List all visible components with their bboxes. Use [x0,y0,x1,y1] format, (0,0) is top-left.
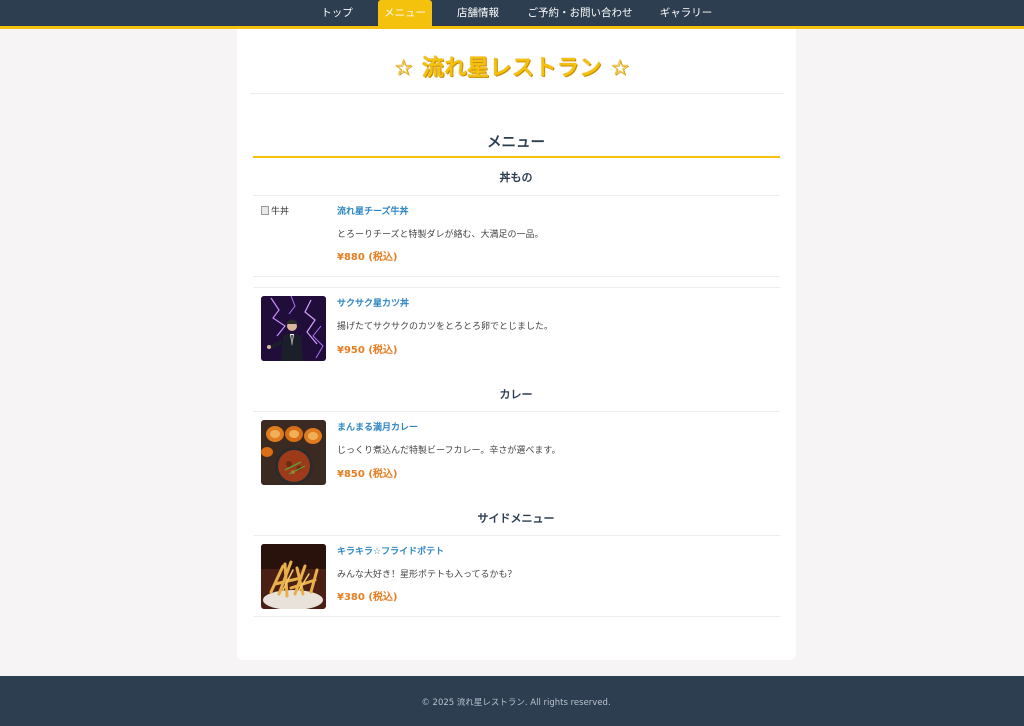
divider [253,195,780,196]
menu-item-description: みんな大好き！星形ポテトも入ってるかも？ [337,570,517,580]
menu-item-price: ¥380 (税込) [337,592,398,603]
menu-item-price: ¥850 (税込) [337,469,398,480]
title-divider [250,93,784,94]
divider [253,276,780,277]
nav-item-top[interactable]: トップ [314,0,360,26]
nav-item-menu[interactable]: メニュー [378,0,432,26]
category-heading-donburi: 丼もの [499,171,533,184]
menu-item-price: ¥950 (税込) [337,345,398,356]
dark-figure-image [261,296,326,361]
menu-item-description: じっくり煮込んだ特製ビーフカレー。辛さが選べます。 [337,446,561,456]
menu-heading: メニュー [487,135,545,151]
divider [253,616,780,617]
category-heading-curry: カレー [499,388,533,401]
divider [253,287,780,288]
site-footer: © 2025 流れ星レストラン. All rights reserved. [0,676,1024,726]
nav-menu: トップ メニュー 店舗情報 ご予約・お問い合わせ ギャラリー [0,0,1024,26]
menu-item-description: とろーりチーズと特製ダレが絡む、大満足の一品。 [337,230,544,240]
menu-item-name[interactable]: キラキラ☆フライドポテト [337,544,444,557]
menu-item-image [261,544,326,609]
copyright-text: © 2025 流れ星レストラン. All rights reserved. [421,698,611,708]
curry-image [261,420,326,485]
category-heading-side-menu: サイドメニュー [477,512,555,525]
menu-item-name[interactable]: 流れ星チーズ牛丼 [337,204,409,217]
menu-item-name[interactable]: サクサク星カツ丼 [337,296,409,309]
menu-item-image-broken: 牛丼 [261,204,289,217]
menu-item-name[interactable]: まんまる満月カレー [337,420,418,433]
menu-heading-underline [253,156,780,158]
menu-item-description: 揚げたてサクサクのカツをとろとろ卵でとじました。 [337,322,554,332]
nav-item-reservation[interactable]: ご予約・お問い合わせ [524,0,636,26]
nav-item-store-info[interactable]: 店舗情報 [452,0,504,26]
divider [253,535,780,536]
menu-item-image [261,296,326,361]
image-alt-text: 牛丼 [271,207,290,217]
top-navbar: トップ メニュー 店舗情報 ご予約・お問い合わせ ギャラリー [0,0,1024,29]
nav-item-gallery[interactable]: ギャラリー [654,0,718,26]
menu-item-price: ¥880 (税込) [337,252,398,263]
french-fries-image [261,544,326,609]
menu-item-image [261,420,326,485]
site-title: ☆ 流れ星レストラン ☆ [393,56,631,81]
divider [253,411,780,412]
broken-image-icon [261,206,269,215]
